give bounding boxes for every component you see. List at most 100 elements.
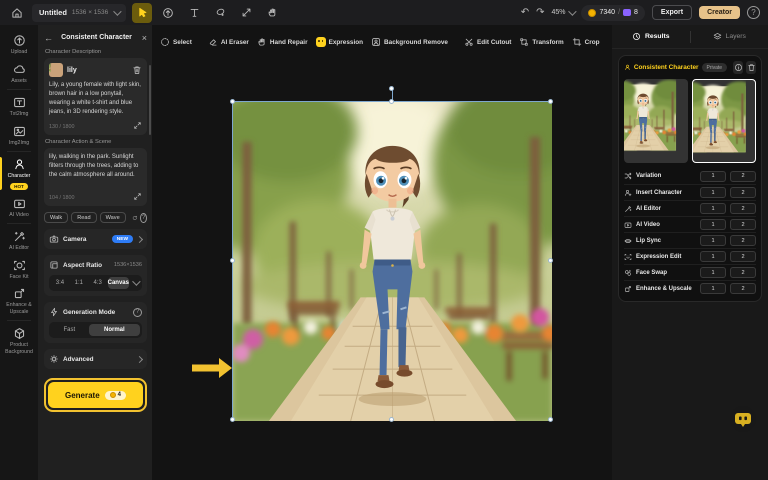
select-mode-button[interactable]: Select — [160, 37, 192, 47]
lip-sync-option-2[interactable]: 2 — [730, 235, 756, 246]
ratio-more-dropdown[interactable] — [130, 280, 140, 286]
sidebar-item-product-background[interactable]: Product Background — [0, 323, 38, 358]
pen-tool-button[interactable] — [210, 3, 230, 23]
select-tool-button[interactable] — [132, 3, 152, 23]
document-title-chip[interactable]: Untitled 1536 × 1536 — [32, 4, 126, 22]
rotate-handle[interactable] — [389, 86, 394, 91]
result-thumbnail-2-selected[interactable] — [692, 79, 756, 163]
help-icon[interactable]: ? — [747, 6, 760, 19]
expand-icon[interactable] — [133, 192, 142, 201]
hand-repair-button[interactable]: Hand Repair — [257, 37, 308, 47]
info-button[interactable] — [733, 61, 743, 74]
export-button[interactable]: Export — [652, 5, 692, 20]
face-swap-option-1[interactable]: 1 — [700, 267, 726, 278]
creator-button[interactable]: Creator — [699, 6, 740, 19]
redo-icon[interactable]: ↷ — [536, 8, 544, 18]
sidebar-item-txt2img[interactable]: Txt2Img — [0, 92, 38, 121]
ratio-3-4-button[interactable]: 3:4 — [51, 277, 69, 289]
ai-video-option-2[interactable]: 2 — [730, 219, 756, 230]
expand-icon[interactable] — [133, 121, 142, 130]
ratio-1-1-button[interactable]: 1:1 — [70, 277, 88, 289]
trash-icon[interactable] — [132, 65, 142, 75]
undo-icon[interactable]: ↶ — [521, 8, 529, 18]
ai-eraser-button[interactable]: AI Eraser — [208, 37, 249, 47]
insert-character-option-2[interactable]: 2 — [730, 187, 756, 198]
expression-button[interactable]: Expression — [316, 37, 363, 47]
sidebar-item-ai-editor[interactable]: AI Editor — [0, 226, 38, 255]
edit-cutout-button[interactable]: Edit Cutout — [464, 37, 511, 47]
resize-handle-left[interactable] — [230, 258, 235, 263]
sidebar-item-face-kit[interactable]: Face Kit — [0, 255, 38, 284]
credits-count: 7340 — [599, 9, 615, 16]
ai-editor-option-1[interactable]: 1 — [700, 203, 726, 214]
hand-tool-button[interactable] — [262, 3, 282, 23]
resize-handle-top[interactable] — [389, 99, 394, 104]
face-swap-option-2[interactable]: 2 — [730, 267, 756, 278]
coin-icon — [110, 392, 116, 398]
resize-handle-bottom-right[interactable] — [548, 417, 553, 422]
lip-sync-option-1[interactable]: 1 — [700, 235, 726, 246]
tags-help-icon[interactable]: ? — [140, 213, 147, 223]
variation-option-1[interactable]: 1 — [700, 171, 726, 182]
generated-park-image[interactable] — [233, 102, 552, 421]
sidebar-item-enhance-upscale[interactable]: Enhance & Upscale — [0, 283, 38, 318]
background-remove-button[interactable]: Background Remove — [371, 37, 448, 47]
resize-handle-bottom[interactable] — [389, 417, 394, 422]
support-chat-icon[interactable] — [730, 406, 756, 432]
delete-result-button[interactable] — [746, 61, 756, 74]
ratio-canvas-button[interactable]: Canvas — [108, 277, 129, 289]
selected-image-frame[interactable] — [232, 101, 551, 420]
character-avatar[interactable] — [49, 63, 63, 77]
zoom-level-dropdown[interactable]: 45% — [551, 9, 574, 16]
canvas-area[interactable]: Select AI Eraser Hand Repair Expression … — [152, 25, 612, 480]
transform-button[interactable]: Transform — [519, 37, 563, 47]
credits-chip[interactable]: 7340 / 8 — [581, 5, 644, 21]
video-icon — [13, 197, 26, 210]
camera-setting[interactable]: Camera NEW — [44, 229, 147, 249]
close-icon[interactable]: × — [137, 33, 147, 43]
crop-button[interactable]: Crop — [572, 37, 600, 47]
expression-edit-option-2[interactable]: 2 — [730, 251, 756, 262]
resize-handle-right[interactable] — [548, 258, 553, 263]
resize-tool-button[interactable] — [236, 3, 256, 23]
character-description-text[interactable]: Lily, a young female with light skin, br… — [49, 81, 142, 117]
new-badge: NEW — [112, 235, 133, 243]
tab-results[interactable]: Results — [612, 32, 690, 41]
advanced-setting[interactable]: Advanced — [44, 349, 147, 369]
home-icon[interactable] — [8, 4, 26, 22]
sidebar-item-upload[interactable]: Upload — [0, 30, 38, 59]
insert-character-option-1[interactable]: 1 — [700, 187, 726, 198]
divider — [7, 223, 31, 224]
tag-wave[interactable]: Wave — [100, 212, 126, 223]
mode-fast-button[interactable]: Fast — [51, 324, 88, 336]
ratio-4-3-button[interactable]: 4:3 — [89, 277, 107, 289]
sidebar-item-ai-video[interactable]: AI Video — [0, 193, 38, 222]
variation-option-2[interactable]: 2 — [730, 171, 756, 182]
resize-handle-bottom-left[interactable] — [230, 417, 235, 422]
sidebar-item-character[interactable]: Character HOT — [0, 154, 38, 193]
refresh-icon[interactable] — [132, 213, 138, 223]
enhance-upscale-option-1[interactable]: 1 — [700, 283, 726, 294]
panel-scrollbar[interactable] — [149, 65, 151, 135]
mode-help-icon[interactable]: ? — [133, 308, 142, 317]
result-thumbnail-1[interactable] — [624, 79, 688, 163]
ai-video-option-1[interactable]: 1 — [700, 219, 726, 230]
tag-walk[interactable]: Walk — [44, 212, 68, 223]
mode-normal-button[interactable]: Normal — [89, 324, 140, 336]
generate-button[interactable]: Generate 4 — [48, 382, 143, 408]
tab-layers[interactable]: Layers — [691, 32, 768, 41]
eraser-icon — [208, 37, 218, 47]
sidebar-item-img2img[interactable]: Img2Img — [0, 121, 38, 150]
expression-edit-option-1[interactable]: 1 — [700, 251, 726, 262]
frame-tool-button[interactable] — [158, 3, 178, 23]
action-scene-text[interactable]: lily, walking in the park. Sunlight filt… — [49, 153, 142, 180]
enhance-upscale-option-2[interactable]: 2 — [730, 283, 756, 294]
back-arrow-icon[interactable]: ← — [44, 33, 56, 43]
resize-handle-top-left[interactable] — [230, 99, 235, 104]
sidebar-item-assets[interactable]: Assets — [0, 59, 38, 88]
resize-handle-top-right[interactable] — [548, 99, 553, 104]
tag-read[interactable]: Read — [71, 212, 96, 223]
text-tool-button[interactable] — [184, 3, 204, 23]
ai-editor-option-2[interactable]: 2 — [730, 203, 756, 214]
aspect-ratio-value: 1536×1536 — [114, 262, 142, 268]
